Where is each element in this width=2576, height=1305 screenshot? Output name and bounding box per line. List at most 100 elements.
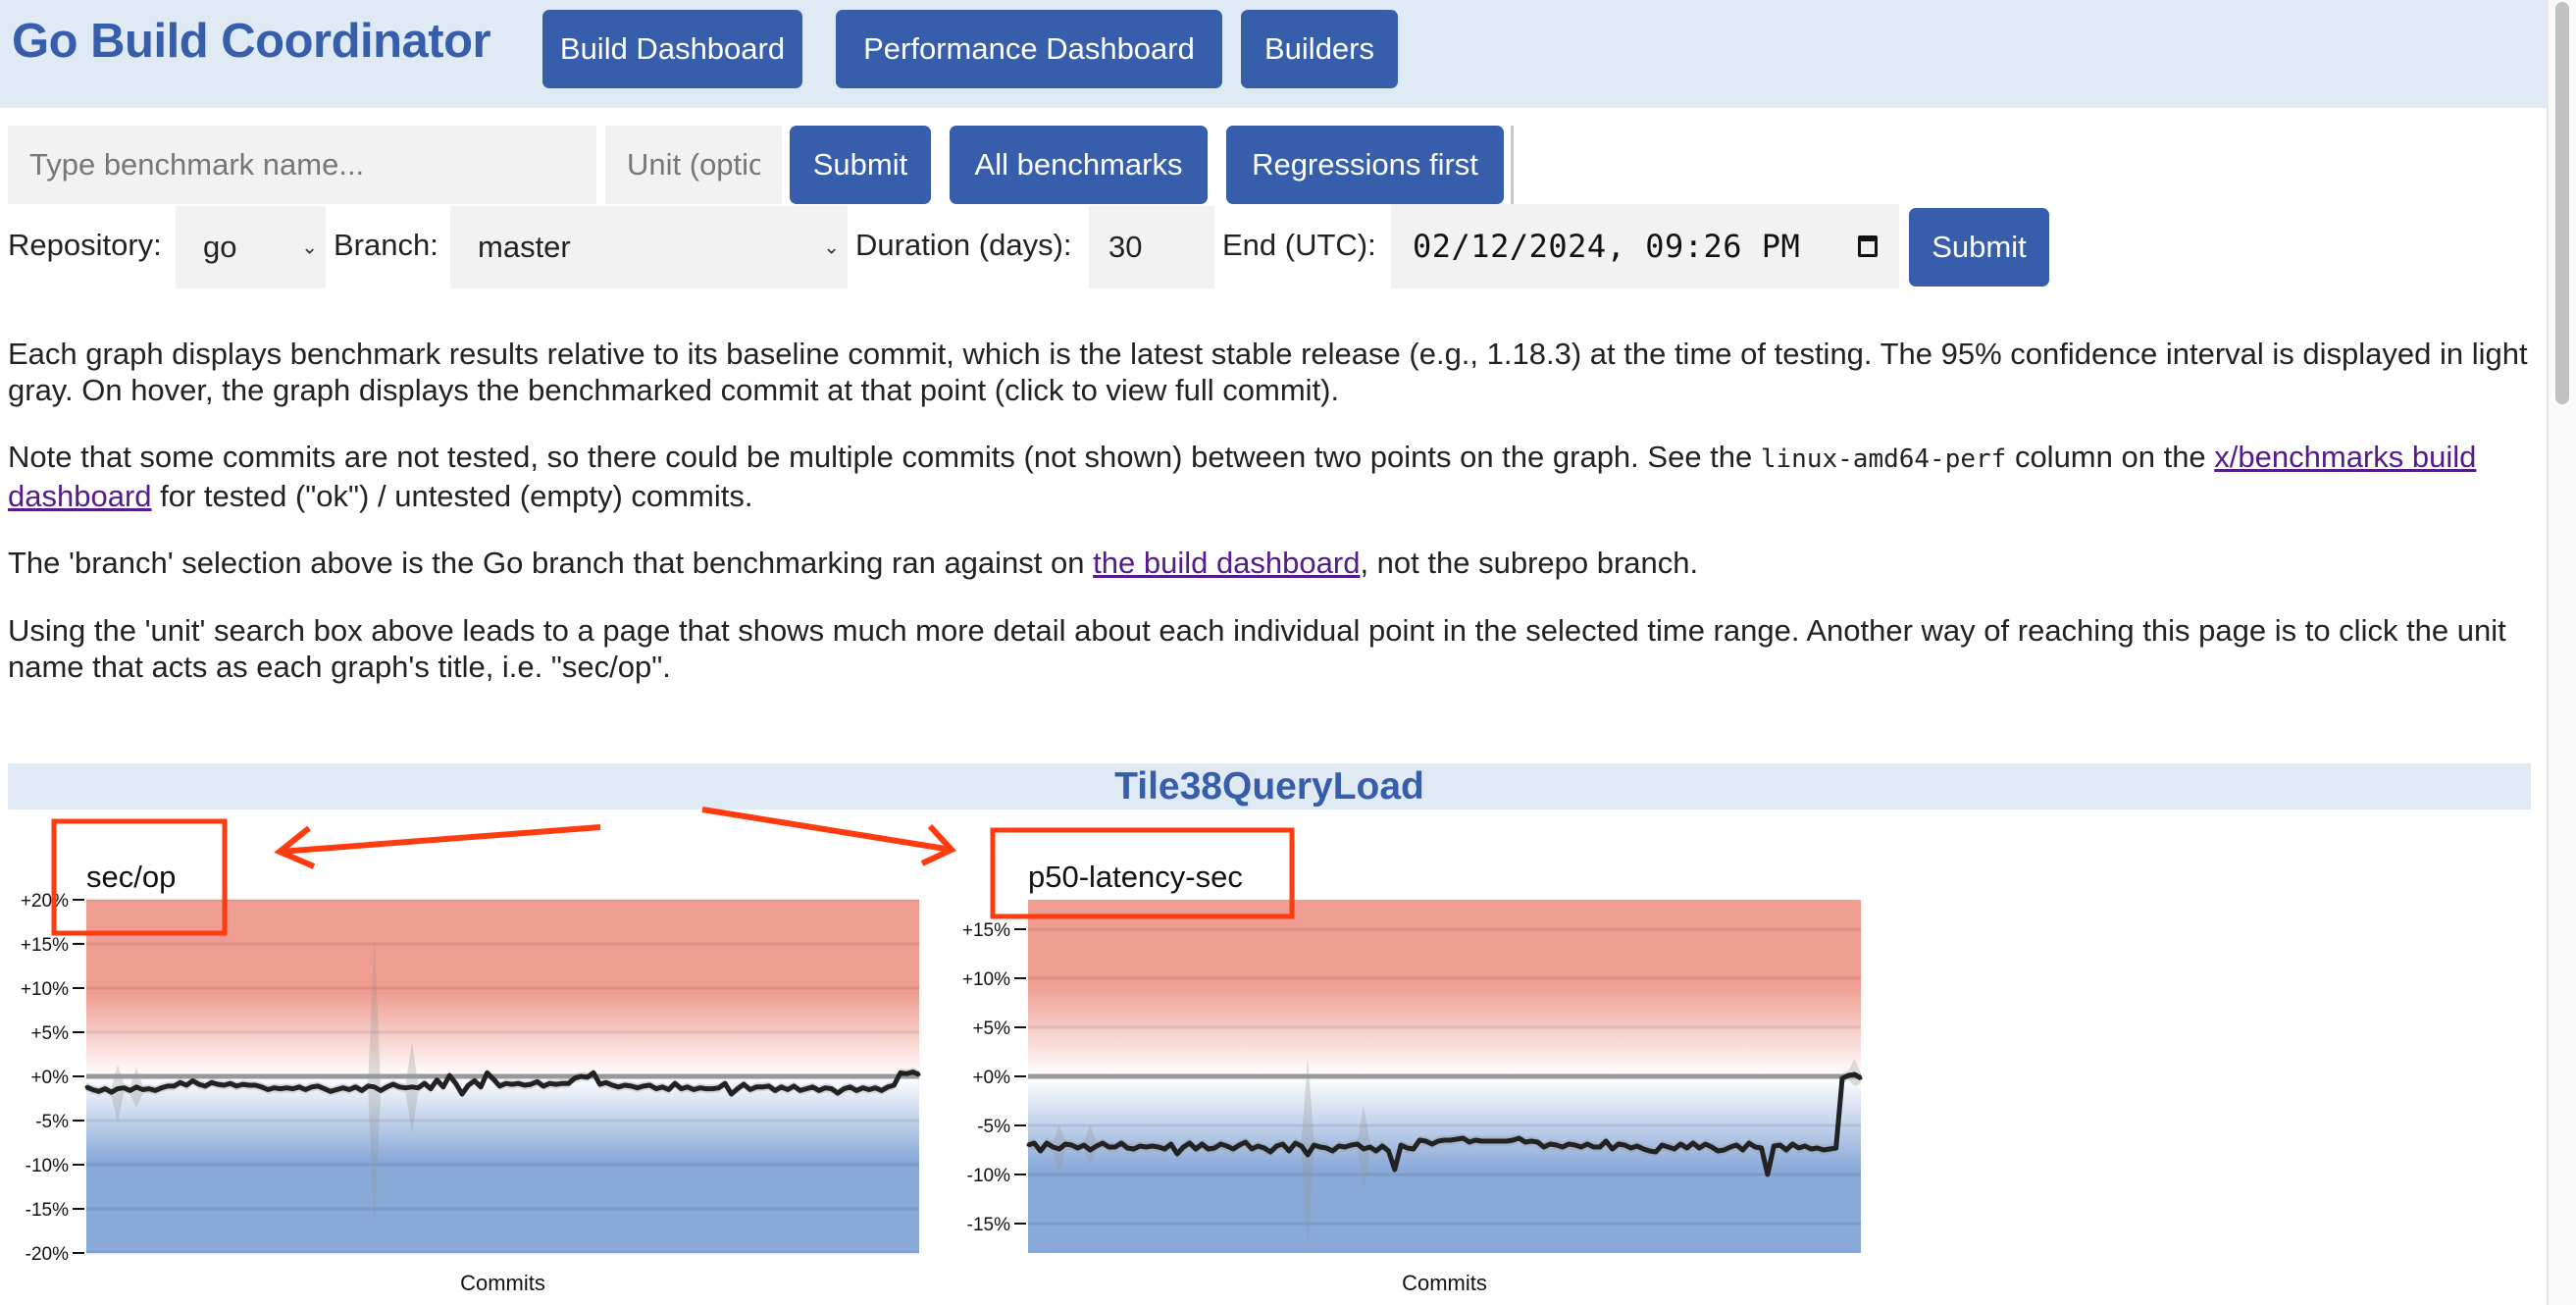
data-point (786, 1088, 790, 1091)
data-point (1430, 1142, 1434, 1146)
data-point (273, 1086, 277, 1090)
data-point (1803, 1144, 1807, 1148)
data-point (1492, 1139, 1496, 1143)
data-point (1194, 1147, 1198, 1151)
y-tick-label: -5% (977, 1117, 1010, 1137)
data-point (316, 1084, 320, 1088)
annotation-arrow-right (701, 807, 953, 853)
data-point (604, 1080, 608, 1084)
data-point (1853, 1072, 1857, 1076)
data-point (873, 1086, 877, 1090)
data-point (184, 1083, 188, 1087)
data-point (1778, 1143, 1782, 1147)
scrollbar-thumb[interactable] (2555, 2, 2569, 404)
data-point (629, 1084, 633, 1088)
data-point (1585, 1142, 1589, 1146)
data-point (229, 1081, 232, 1085)
data-point (147, 1087, 151, 1091)
data-point (899, 1070, 902, 1074)
data-point (1641, 1147, 1645, 1151)
data-point (153, 1088, 157, 1092)
data-point (253, 1083, 257, 1087)
data-point (1274, 1144, 1278, 1148)
data-point (1132, 1147, 1136, 1151)
data-point (234, 1084, 238, 1088)
data-point (1312, 1143, 1315, 1147)
data-point (291, 1087, 295, 1091)
data-point (134, 1085, 138, 1089)
data-point (473, 1079, 477, 1082)
chart-sec-op[interactable]: +20% +15% +10% +5% +0% -5% -10% -15% -20% Commits (21, 891, 921, 1295)
data-point (1648, 1149, 1652, 1153)
data-point (1262, 1146, 1266, 1150)
data-point (892, 1083, 896, 1087)
data-point (704, 1087, 708, 1091)
data-point (1790, 1142, 1794, 1146)
data-point (110, 1090, 114, 1094)
data-point (1523, 1140, 1527, 1144)
data-point (1436, 1139, 1440, 1143)
data-point (203, 1084, 207, 1088)
data-point (799, 1088, 802, 1092)
vertical-scrollbar[interactable] (2547, 0, 2576, 1305)
data-point (547, 1081, 551, 1085)
y-tick-label: +0% (972, 1068, 1010, 1088)
data-point (303, 1088, 307, 1091)
data-point (617, 1085, 621, 1089)
y-tick-label: +20% (21, 891, 69, 912)
data-point (1405, 1146, 1409, 1150)
data-point (686, 1085, 690, 1089)
chart-p50-latency-sec[interactable]: +15% +10% +5% +0% -5% -10% -15% Commits (962, 900, 1863, 1295)
data-point (1169, 1142, 1173, 1146)
data-point (1162, 1147, 1166, 1151)
data-point (1287, 1149, 1291, 1153)
data-point (1462, 1136, 1466, 1140)
data-point (1188, 1141, 1192, 1145)
data-point (1181, 1145, 1185, 1149)
data-point (523, 1083, 527, 1087)
data-point (760, 1085, 764, 1089)
data-point (1218, 1142, 1222, 1146)
data-point (1300, 1144, 1304, 1148)
data-point (84, 1085, 88, 1089)
data-point (329, 1089, 333, 1093)
data-point (911, 1070, 915, 1073)
data-point (754, 1085, 758, 1089)
data-point (667, 1088, 671, 1091)
data-point (1039, 1149, 1043, 1153)
data-point (767, 1084, 771, 1088)
data-point (1101, 1141, 1105, 1145)
data-point (1225, 1144, 1229, 1148)
data-point (861, 1086, 865, 1090)
data-point (560, 1081, 564, 1085)
data-point (1095, 1144, 1099, 1148)
data-point (648, 1083, 652, 1087)
x-axis-label: Commits (1402, 1271, 1487, 1295)
data-point (773, 1088, 777, 1092)
data-point (1250, 1147, 1254, 1151)
data-point (854, 1088, 858, 1092)
data-point (397, 1085, 401, 1089)
data-point (379, 1088, 383, 1092)
data-point (284, 1086, 288, 1090)
data-point (1716, 1149, 1720, 1153)
data-point (1816, 1146, 1820, 1150)
data-point (636, 1086, 640, 1090)
data-point (1057, 1147, 1061, 1151)
data-point (466, 1083, 470, 1087)
data-point (460, 1092, 464, 1096)
data-point (1362, 1147, 1365, 1151)
data-point (1349, 1143, 1353, 1147)
data-point (1367, 1145, 1371, 1149)
data-point (404, 1086, 408, 1090)
y-tick-label: +0% (30, 1068, 69, 1088)
data-point (373, 1085, 377, 1089)
data-point (310, 1085, 314, 1089)
data-point (836, 1091, 840, 1095)
data-point (1125, 1146, 1129, 1150)
data-point (1088, 1148, 1092, 1152)
data-point (804, 1087, 808, 1091)
data-point (1629, 1146, 1633, 1150)
data-point (742, 1082, 746, 1086)
data-point (241, 1082, 245, 1086)
